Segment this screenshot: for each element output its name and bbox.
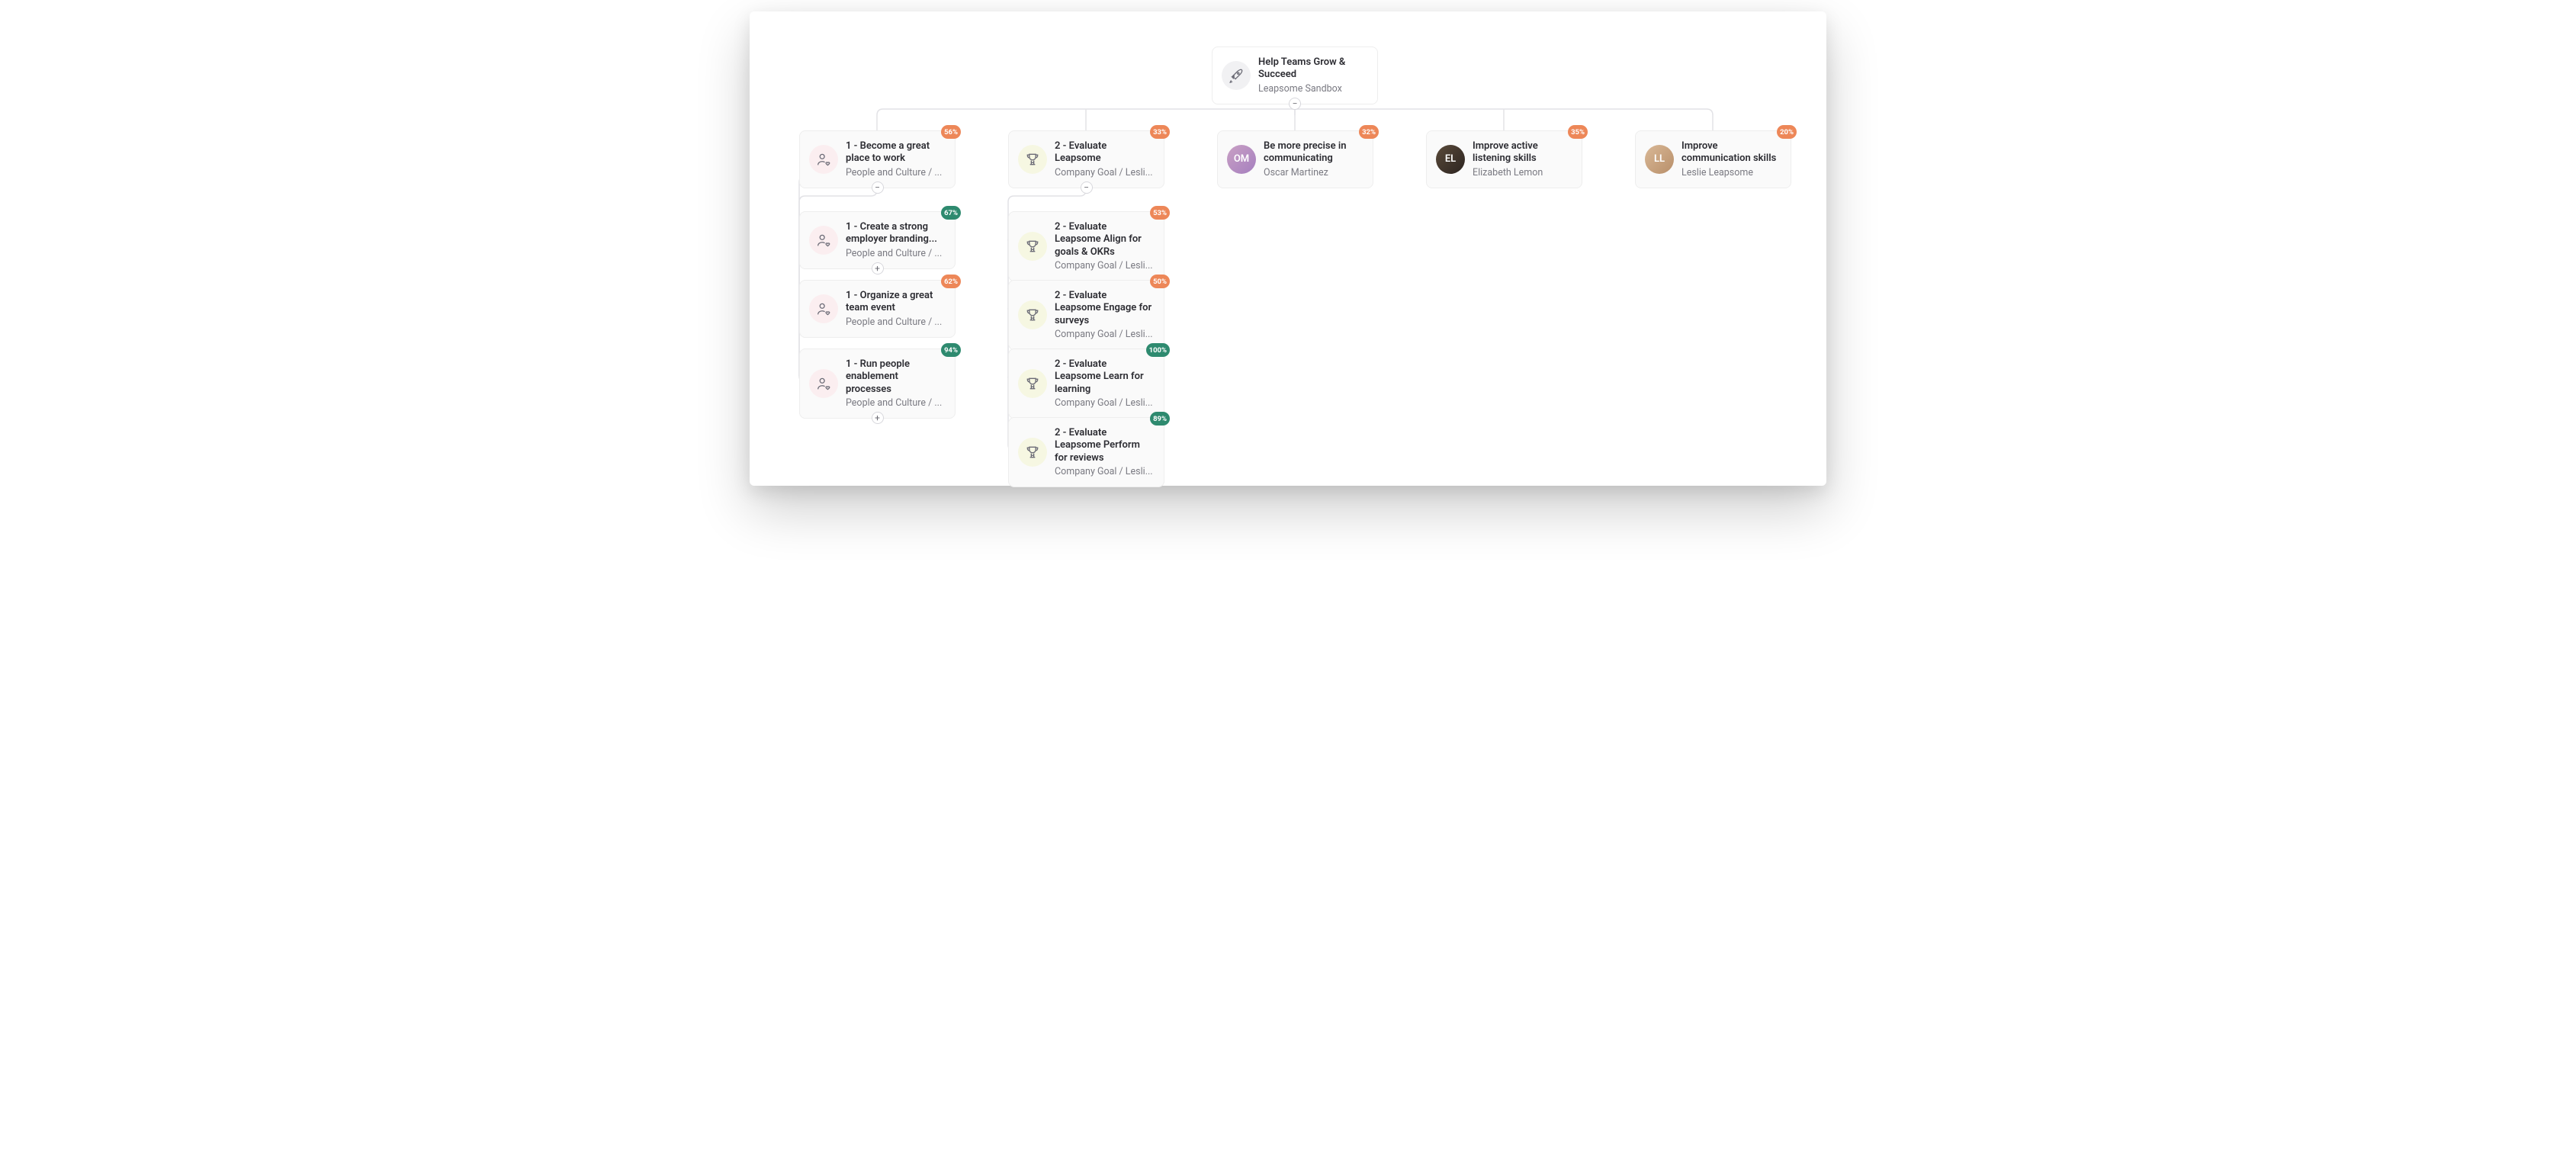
avatar: EL bbox=[1436, 145, 1465, 174]
progress-badge: 89% bbox=[1150, 412, 1170, 426]
goal-tree-canvas: Help Teams Grow & Succeed Leapsome Sandb… bbox=[750, 11, 1826, 486]
goal-title: 1 - Become a great place to work bbox=[846, 140, 946, 165]
goal-card[interactable]: 2 - Evaluate Leapsome Learn for learning… bbox=[1008, 348, 1164, 419]
goal-subtitle: Company Goal / Lesli... bbox=[1055, 397, 1155, 409]
trophy-icon bbox=[1018, 145, 1047, 174]
goal-title: 2 - Evaluate Leapsome Perform for review… bbox=[1055, 427, 1155, 464]
goal-card[interactable]: OM Be more precise in communicating Osca… bbox=[1217, 130, 1373, 188]
goal-subtitle: People and Culture / ... bbox=[846, 316, 946, 328]
goal-title: 1 - Run people enablement processes bbox=[846, 358, 946, 396]
goal-title: 2 - Evaluate Leapsome Learn for learning bbox=[1055, 358, 1155, 396]
goal-card[interactable]: 1 - Organize a great team event People a… bbox=[799, 280, 956, 338]
trophy-icon bbox=[1018, 300, 1047, 329]
goal-card[interactable]: 2 - Evaluate Leapsome Company Goal / Les… bbox=[1008, 130, 1164, 188]
progress-badge: 35% bbox=[1568, 125, 1588, 139]
goal-title: 2 - Evaluate Leapsome Engage for surveys bbox=[1055, 290, 1155, 327]
progress-badge: 94% bbox=[941, 343, 961, 357]
goal-card[interactable]: 2 - Evaluate Leapsome Engage for surveys… bbox=[1008, 280, 1164, 350]
goal-card[interactable]: 1 - Become a great place to work People … bbox=[799, 130, 956, 188]
progress-badge: 20% bbox=[1777, 125, 1797, 139]
goal-card[interactable]: EL Improve active listening skills Eliza… bbox=[1426, 130, 1582, 188]
root-title: Help Teams Grow & Succeed bbox=[1258, 56, 1368, 82]
collapse-toggle[interactable]: − bbox=[872, 181, 884, 194]
goal-title: 1 - Organize a great team event bbox=[846, 290, 946, 315]
progress-badge: 50% bbox=[1150, 275, 1170, 288]
progress-badge: 32% bbox=[1359, 125, 1379, 139]
goal-subtitle: Company Goal / Lesli... bbox=[1055, 329, 1155, 340]
goal-title: 1 - Create a strong employer branding... bbox=[846, 221, 946, 246]
goal-subtitle: Oscar Martinez bbox=[1264, 167, 1363, 178]
goal-title: 2 - Evaluate Leapsome bbox=[1055, 140, 1155, 165]
progress-badge: 67% bbox=[941, 206, 961, 220]
collapse-toggle[interactable]: − bbox=[1081, 181, 1093, 194]
progress-badge: 62% bbox=[941, 275, 961, 288]
goal-subtitle: People and Culture / ... bbox=[846, 248, 946, 259]
goal-card[interactable]: 1 - Run people enablement processes Peop… bbox=[799, 348, 956, 419]
goal-title: Be more precise in communicating bbox=[1264, 140, 1363, 165]
root-goal-card[interactable]: Help Teams Grow & Succeed Leapsome Sandb… bbox=[1212, 47, 1378, 104]
collapse-toggle[interactable]: − bbox=[1289, 98, 1301, 110]
goal-title: 2 - Evaluate Leapsome Align for goals & … bbox=[1055, 221, 1155, 259]
root-subtitle: Leapsome Sandbox bbox=[1258, 83, 1368, 95]
expand-toggle[interactable]: + bbox=[872, 262, 884, 275]
person-heart-icon bbox=[809, 145, 838, 174]
goal-card[interactable]: 1 - Create a strong employer branding...… bbox=[799, 211, 956, 269]
goal-subtitle: Leslie Leapsome bbox=[1681, 167, 1781, 178]
person-heart-icon bbox=[809, 226, 838, 255]
goal-subtitle: Company Goal / Lesli... bbox=[1055, 466, 1155, 477]
progress-badge: 33% bbox=[1150, 125, 1170, 139]
trophy-icon bbox=[1018, 232, 1047, 261]
goal-card[interactable]: 2 - Evaluate Leapsome Align for goals & … bbox=[1008, 211, 1164, 281]
expand-toggle[interactable]: + bbox=[872, 412, 884, 424]
goal-title: Improve active listening skills bbox=[1473, 140, 1572, 165]
goal-subtitle: People and Culture / ... bbox=[846, 167, 946, 178]
goal-card[interactable]: LL Improve communication skills Leslie L… bbox=[1635, 130, 1791, 188]
person-heart-icon bbox=[809, 369, 838, 398]
goal-subtitle: People and Culture / ... bbox=[846, 397, 946, 409]
trophy-icon bbox=[1018, 438, 1047, 467]
progress-badge: 53% bbox=[1150, 206, 1170, 220]
progress-badge: 100% bbox=[1146, 343, 1170, 357]
avatar: OM bbox=[1227, 145, 1256, 174]
goal-card[interactable]: 2 - Evaluate Leapsome Perform for review… bbox=[1008, 417, 1164, 487]
goal-subtitle: Company Goal / Lesli... bbox=[1055, 260, 1155, 271]
avatar: LL bbox=[1645, 145, 1674, 174]
goal-subtitle: Elizabeth Lemon bbox=[1473, 167, 1572, 178]
goal-title: Improve communication skills bbox=[1681, 140, 1781, 165]
trophy-icon bbox=[1018, 369, 1047, 398]
person-heart-icon bbox=[809, 294, 838, 323]
goal-subtitle: Company Goal / Lesli... bbox=[1055, 167, 1155, 178]
progress-badge: 56% bbox=[941, 125, 961, 139]
rocket-icon bbox=[1222, 61, 1251, 90]
